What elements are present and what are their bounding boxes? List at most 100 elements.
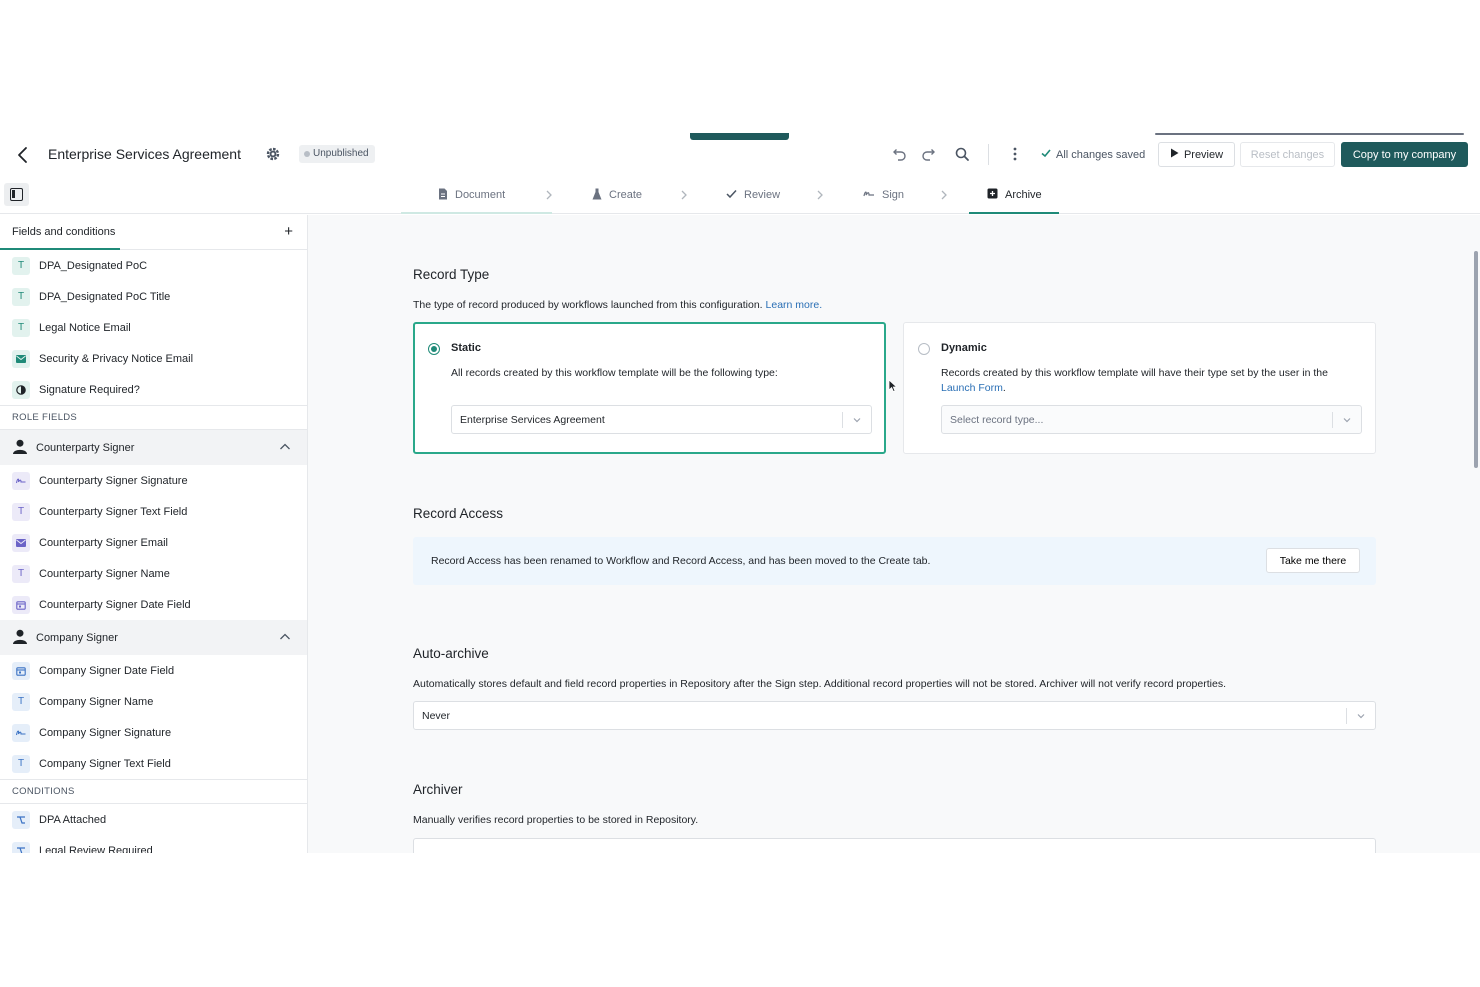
record-type-select[interactable]: Enterprise Services Agreement [451,405,872,434]
app-window: Enterprise Services Agreement Unpublishe… [0,133,1480,853]
chevron-right-icon [678,188,690,202]
condition-item[interactable]: Legal Review Required [0,835,307,853]
condition-label: DPA Attached [39,813,107,826]
mouse-cursor-icon [888,379,898,393]
reset-changes-button[interactable]: Reset changes [1240,142,1335,167]
chevron-up-icon[interactable] [279,632,291,642]
status-badge: Unpublished [299,145,375,163]
field-label: Counterparty Signer Signature [39,474,188,487]
copy-to-company-button[interactable]: Copy to my company [1341,142,1468,167]
archiver-select[interactable] [413,838,1376,853]
chevron-down-icon [1356,711,1366,721]
chevron-right-icon [938,188,950,202]
active-tab-indicator [969,212,1059,214]
redo-icon[interactable] [920,145,938,163]
learn-more-link[interactable]: Learn more. [766,299,823,311]
text-field-icon: T [12,564,30,583]
dynamic-option-card[interactable]: Dynamic Records created by this workflow… [903,322,1376,454]
select-divider [842,412,843,428]
header-bar: Enterprise Services Agreement Unpublishe… [0,133,1480,176]
tab-review[interactable]: Review [726,176,780,214]
tab-label: Review [744,189,781,201]
field-item[interactable]: T Company Signer Name [0,686,307,717]
user-icon [12,629,28,647]
field-item[interactable]: Company Signer Signature [0,717,307,748]
chevron-right-icon [814,188,826,202]
gear-icon[interactable] [264,145,282,163]
dynamic-option-title: Dynamic [941,342,987,354]
panel-toggle-icon[interactable] [4,183,29,206]
branch-icon [12,841,30,853]
static-option-card[interactable]: Static All records created by this workf… [413,322,886,454]
field-item[interactable]: T Counterparty Signer Text Field [0,496,307,527]
tab-sign[interactable]: Sign [863,176,904,214]
archive-settings-panel: Record Type The type of record produced … [308,215,1480,853]
dynamic-select-placeholder: Select record type... [950,413,1044,426]
field-label: Counterparty Signer Email [39,536,169,549]
role-name: Company Signer [36,631,118,644]
role-group-counterparty-signer[interactable]: Counterparty Signer [0,430,307,465]
search-icon[interactable] [953,145,971,163]
field-label: Legal Notice Email [39,321,131,334]
archive-icon [987,188,998,202]
signature-field-icon [12,723,30,742]
chevron-down-icon [1342,415,1352,425]
back-icon[interactable] [13,145,33,165]
scrollbar[interactable] [1474,251,1478,468]
select-divider [1346,708,1347,724]
dynamic-radio[interactable] [918,343,930,355]
auto-archive-select[interactable]: Never [413,701,1376,730]
static-option-description: All records created by this workflow tem… [451,367,778,379]
calendar-field-icon [12,661,30,680]
tab-label: Sign [882,189,905,201]
preview-button-label: Preview [1183,148,1224,161]
play-icon [1170,148,1179,161]
auto-archive-title: Auto-archive [413,646,489,661]
fields-sidebar: Fields and conditions + T DPA_Designated… [0,215,308,853]
dynamic-record-type-select[interactable]: Select record type... [941,405,1362,434]
field-item[interactable]: Signature Required? [0,374,307,405]
condition-item[interactable]: DPA Attached [0,804,307,835]
header-separator [988,144,989,165]
more-options-icon[interactable] [1006,145,1024,163]
tab-create[interactable]: Create [592,176,642,214]
field-item[interactable]: Counterparty Signer Email [0,527,307,558]
record-type-title: Record Type [413,267,490,282]
field-label: Company Signer Name [39,695,154,708]
sidebar-heading[interactable]: Fields and conditions [12,226,115,238]
field-item[interactable]: Security & Privacy Notice Email [0,343,307,374]
record-type-description: The type of record produced by workflows… [413,299,822,311]
archiver-title: Archiver [413,782,463,797]
add-field-icon[interactable]: + [284,224,293,239]
conditions-heading: CONDITIONS [0,779,307,804]
role-group-company-signer[interactable]: Company Signer [0,620,307,655]
tab-archive[interactable]: Archive [987,176,1042,214]
field-item[interactable]: T Counterparty Signer Name [0,558,307,589]
take-me-there-button[interactable]: Take me there [1266,548,1360,573]
tab-document[interactable]: Document [438,176,505,214]
workflow-tabs: Document Create Review Sign Archive [0,176,1480,214]
field-item[interactable]: T Legal Notice Email [0,312,307,343]
field-item[interactable]: Counterparty Signer Date Field [0,589,307,620]
dynamic-option-description-text: Records created by this workflow templat… [941,367,1328,379]
record-type-description-text: The type of record produced by workflows… [413,299,763,311]
field-item[interactable]: Company Signer Date Field [0,655,307,686]
preview-button[interactable]: Preview [1158,142,1235,167]
launch-form-link[interactable]: Launch Form [941,382,1003,394]
check-icon [726,189,737,202]
field-item[interactable]: T DPA_Designated PoC [0,250,307,281]
field-label: DPA_Designated PoC [39,259,148,272]
static-radio[interactable] [428,343,440,355]
text-field-icon: T [12,502,30,521]
field-item[interactable]: Counterparty Signer Signature [0,465,307,496]
auto-archive-description: Automatically stores default and field r… [413,678,1226,690]
field-label: Company Signer Signature [39,726,172,739]
record-access-banner: Record Access has been renamed to Workfl… [413,537,1376,585]
field-item[interactable]: T Company Signer Text Field [0,748,307,779]
role-name: Counterparty Signer [36,441,135,454]
field-item[interactable]: T DPA_Designated PoC Title [0,281,307,312]
static-option-title: Static [451,342,481,354]
chevron-up-icon[interactable] [279,442,291,452]
user-icon [12,439,28,457]
undo-icon[interactable] [890,145,908,163]
